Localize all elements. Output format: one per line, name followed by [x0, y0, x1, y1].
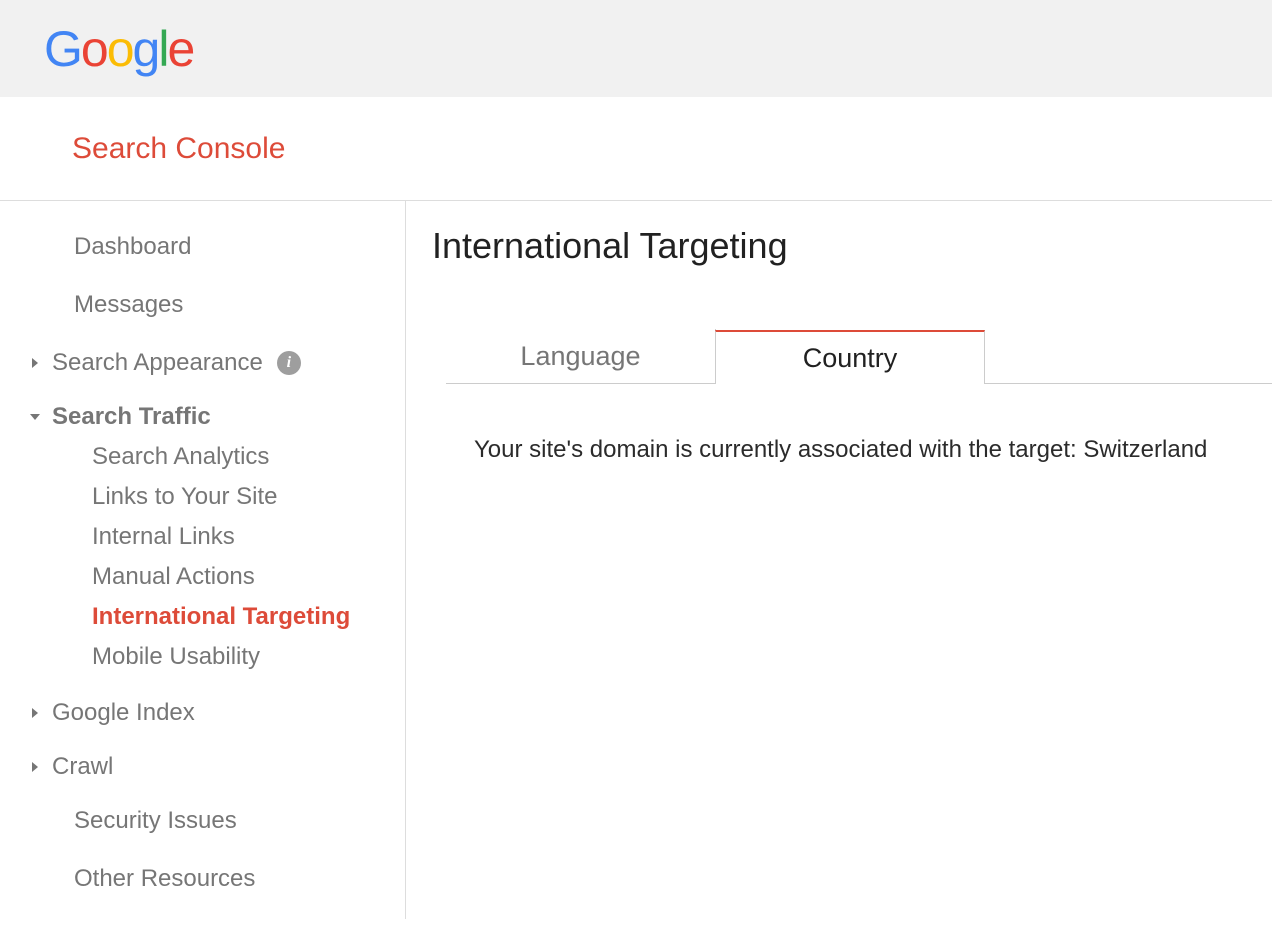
caret-right-icon	[30, 708, 52, 718]
sidebar-subitem-internal-links[interactable]: Internal Links	[0, 517, 405, 557]
tabs: Language Country	[446, 329, 1272, 384]
sidebar-item-label: Google Index	[52, 699, 195, 727]
sidebar-item-label: Messages	[52, 291, 183, 319]
sidebar-item-label: Other Resources	[52, 865, 255, 893]
sidebar-subitem-search-analytics[interactable]: Search Analytics	[0, 437, 405, 477]
sidebar-item-crawl[interactable]: Crawl	[0, 749, 405, 785]
sidebar-item-label: Crawl	[52, 753, 113, 781]
sidebar-subitem-mobile-usability[interactable]: Mobile Usability	[0, 637, 405, 677]
app-title-bar: Search Console	[0, 97, 1272, 201]
sidebar-item-security-issues[interactable]: Security Issues	[0, 803, 405, 839]
sidebar-item-label: Search Traffic	[52, 403, 211, 431]
sidebar-sublist-search-traffic: Search Analytics Links to Your Site Inte…	[0, 437, 405, 677]
main-content: International Targeting Language Country…	[406, 201, 1272, 919]
target-country-text: Your site's domain is currently associat…	[474, 436, 1207, 463]
sidebar-item-google-index[interactable]: Google Index	[0, 695, 405, 731]
app-title[interactable]: Search Console	[72, 132, 285, 166]
sidebar-item-other-resources[interactable]: Other Resources	[0, 861, 405, 897]
tab-country[interactable]: Country	[715, 330, 985, 384]
sidebar-subitem-links-to-your-site[interactable]: Links to Your Site	[0, 477, 405, 517]
sidebar-item-search-traffic[interactable]: Search Traffic	[0, 399, 405, 435]
sidebar: Dashboard Messages Search Appearance i S…	[0, 201, 406, 919]
top-bar: Google	[0, 0, 1272, 97]
sidebar-item-messages[interactable]: Messages	[0, 287, 405, 323]
tab-language[interactable]: Language	[446, 329, 716, 383]
sidebar-item-label: Dashboard	[52, 233, 191, 261]
google-logo[interactable]: Google	[44, 24, 193, 74]
caret-right-icon	[30, 762, 52, 772]
caret-right-icon	[30, 358, 52, 368]
tab-body: Your site's domain is currently associat…	[432, 384, 1272, 464]
page-title: International Targeting	[432, 225, 1272, 267]
sidebar-subitem-international-targeting[interactable]: International Targeting	[0, 597, 405, 637]
sidebar-subitem-manual-actions[interactable]: Manual Actions	[0, 557, 405, 597]
sidebar-item-search-appearance[interactable]: Search Appearance i	[0, 345, 405, 381]
sidebar-item-label: Security Issues	[52, 807, 237, 835]
sidebar-item-label: Search Appearance	[52, 349, 263, 377]
info-icon[interactable]: i	[277, 351, 301, 375]
caret-down-icon	[30, 412, 52, 422]
sidebar-item-dashboard[interactable]: Dashboard	[0, 229, 405, 265]
